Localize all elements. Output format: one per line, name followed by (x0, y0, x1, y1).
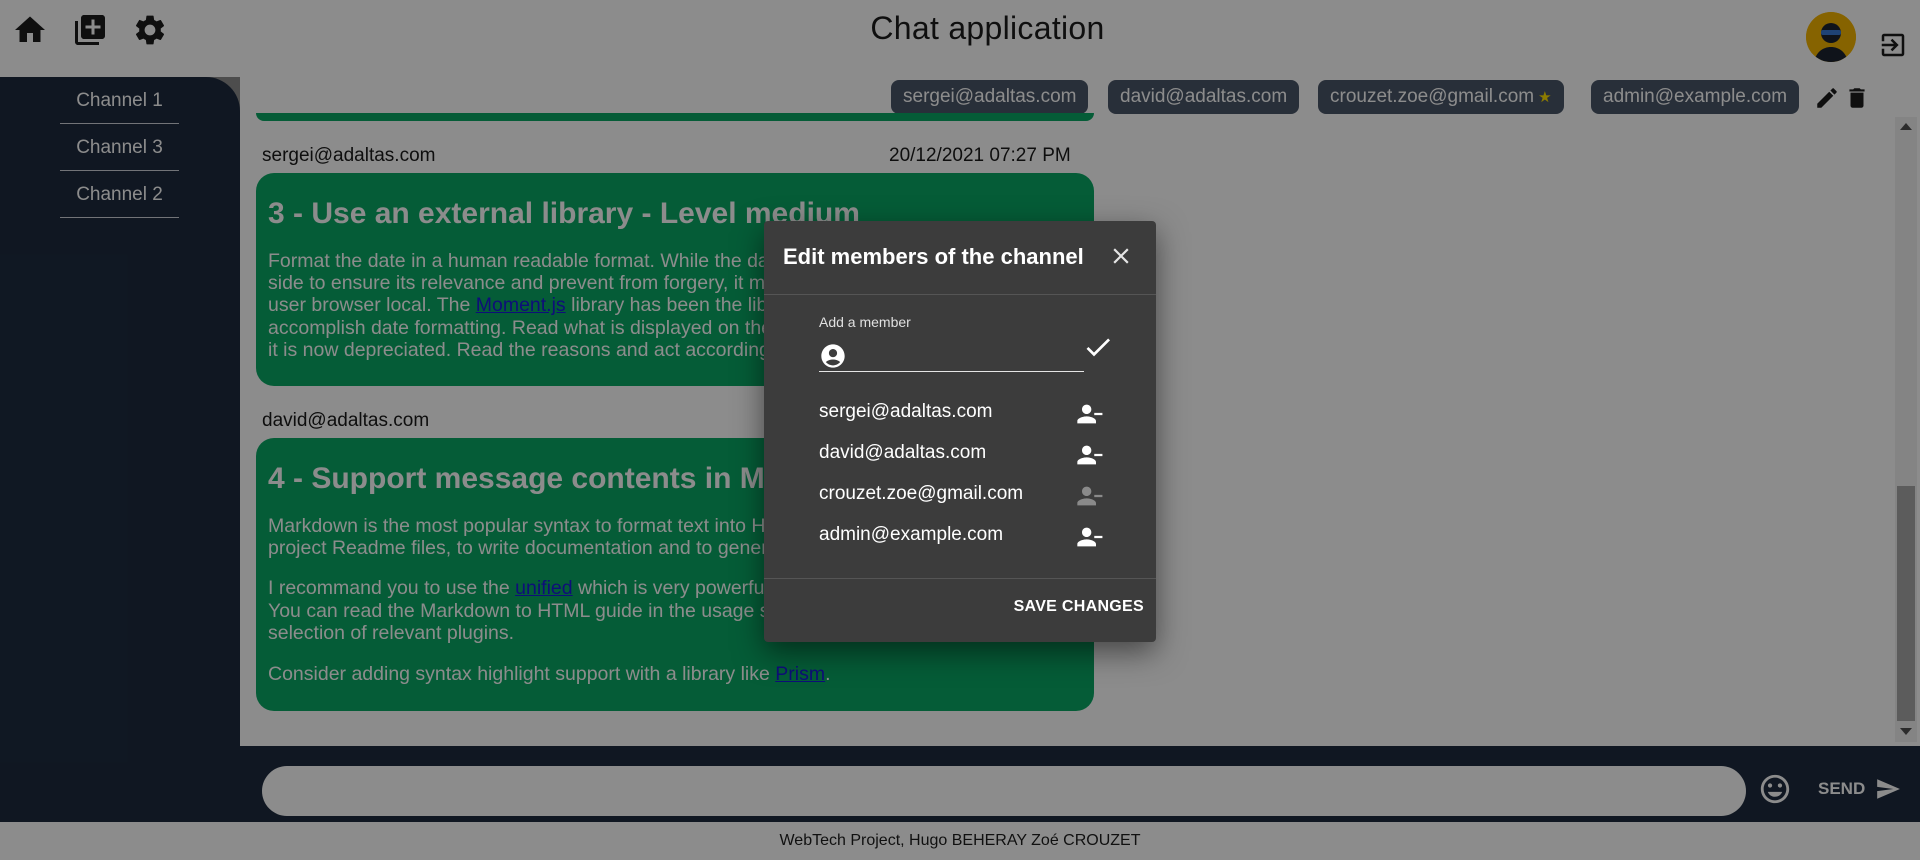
dialog-divider (764, 294, 1156, 295)
dialog-title: Edit members of the channel (783, 244, 1084, 269)
account-circle-icon (821, 344, 845, 368)
member-email: admin@example.com (819, 524, 1004, 545)
member-email: crouzet.zoe@gmail.com (819, 483, 1024, 504)
check-icon[interactable] (1082, 331, 1114, 363)
add-member-label: Add a member (819, 314, 911, 330)
edit-members-dialog: Edit members of the channel Add a member… (764, 221, 1156, 642)
remove-member-icon[interactable] (1074, 441, 1104, 469)
member-row: sergei@adaltas.com (819, 399, 1119, 429)
member-email: sergei@adaltas.com (819, 401, 993, 422)
remove-member-icon-disabled (1074, 482, 1104, 510)
save-changes-button[interactable]: SAVE CHANGES (1004, 598, 1144, 624)
member-row: admin@example.com (819, 522, 1119, 552)
member-row: david@adaltas.com (819, 440, 1119, 470)
add-member-input[interactable] (855, 342, 1080, 368)
close-icon[interactable] (1108, 243, 1134, 269)
member-email: david@adaltas.com (819, 442, 987, 463)
dialog-divider (764, 578, 1156, 579)
remove-member-icon[interactable] (1074, 400, 1104, 428)
remove-member-icon[interactable] (1074, 523, 1104, 551)
member-row: crouzet.zoe@gmail.com (819, 481, 1119, 511)
add-member-field[interactable] (819, 338, 1084, 372)
